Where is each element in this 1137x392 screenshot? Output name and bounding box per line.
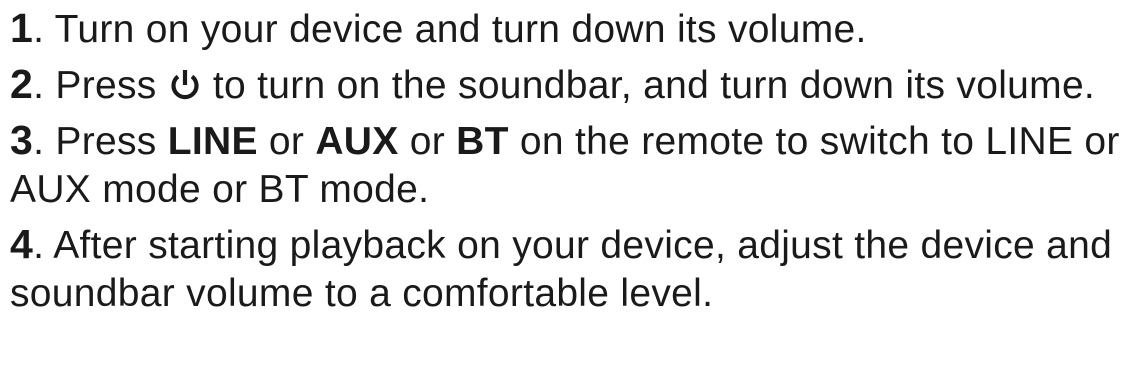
step-text: . Press xyxy=(33,64,168,107)
step-3: 3. Press LINE or AUX or BT on the remote… xyxy=(10,116,1135,214)
step-number: 4 xyxy=(10,221,34,267)
power-icon xyxy=(168,68,202,102)
step-4: 4. After starting playback on your devic… xyxy=(10,220,1135,318)
step-1: 1. Turn on your device and turn down its… xyxy=(10,4,1135,54)
step-text: or xyxy=(398,120,457,163)
instruction-steps: 1. Turn on your device and turn down its… xyxy=(10,4,1135,324)
line-button-label: LINE xyxy=(167,120,258,163)
aux-button-label: AUX xyxy=(315,120,399,163)
step-number: 1 xyxy=(10,5,34,51)
step-number: 3 xyxy=(10,117,34,163)
step-text: to turn on the soundbar, and turn down i… xyxy=(201,64,1096,107)
step-number: 2 xyxy=(10,61,34,107)
step-text: . Press xyxy=(33,120,168,163)
step-text: . After starting playback on your device… xyxy=(10,224,1113,315)
step-text: . Turn on your device and turn down its … xyxy=(33,8,867,51)
step-text: or xyxy=(257,120,316,163)
step-2: 2. Press to turn on the soundbar, and tu… xyxy=(10,60,1135,110)
bt-button-label: BT xyxy=(456,120,509,163)
